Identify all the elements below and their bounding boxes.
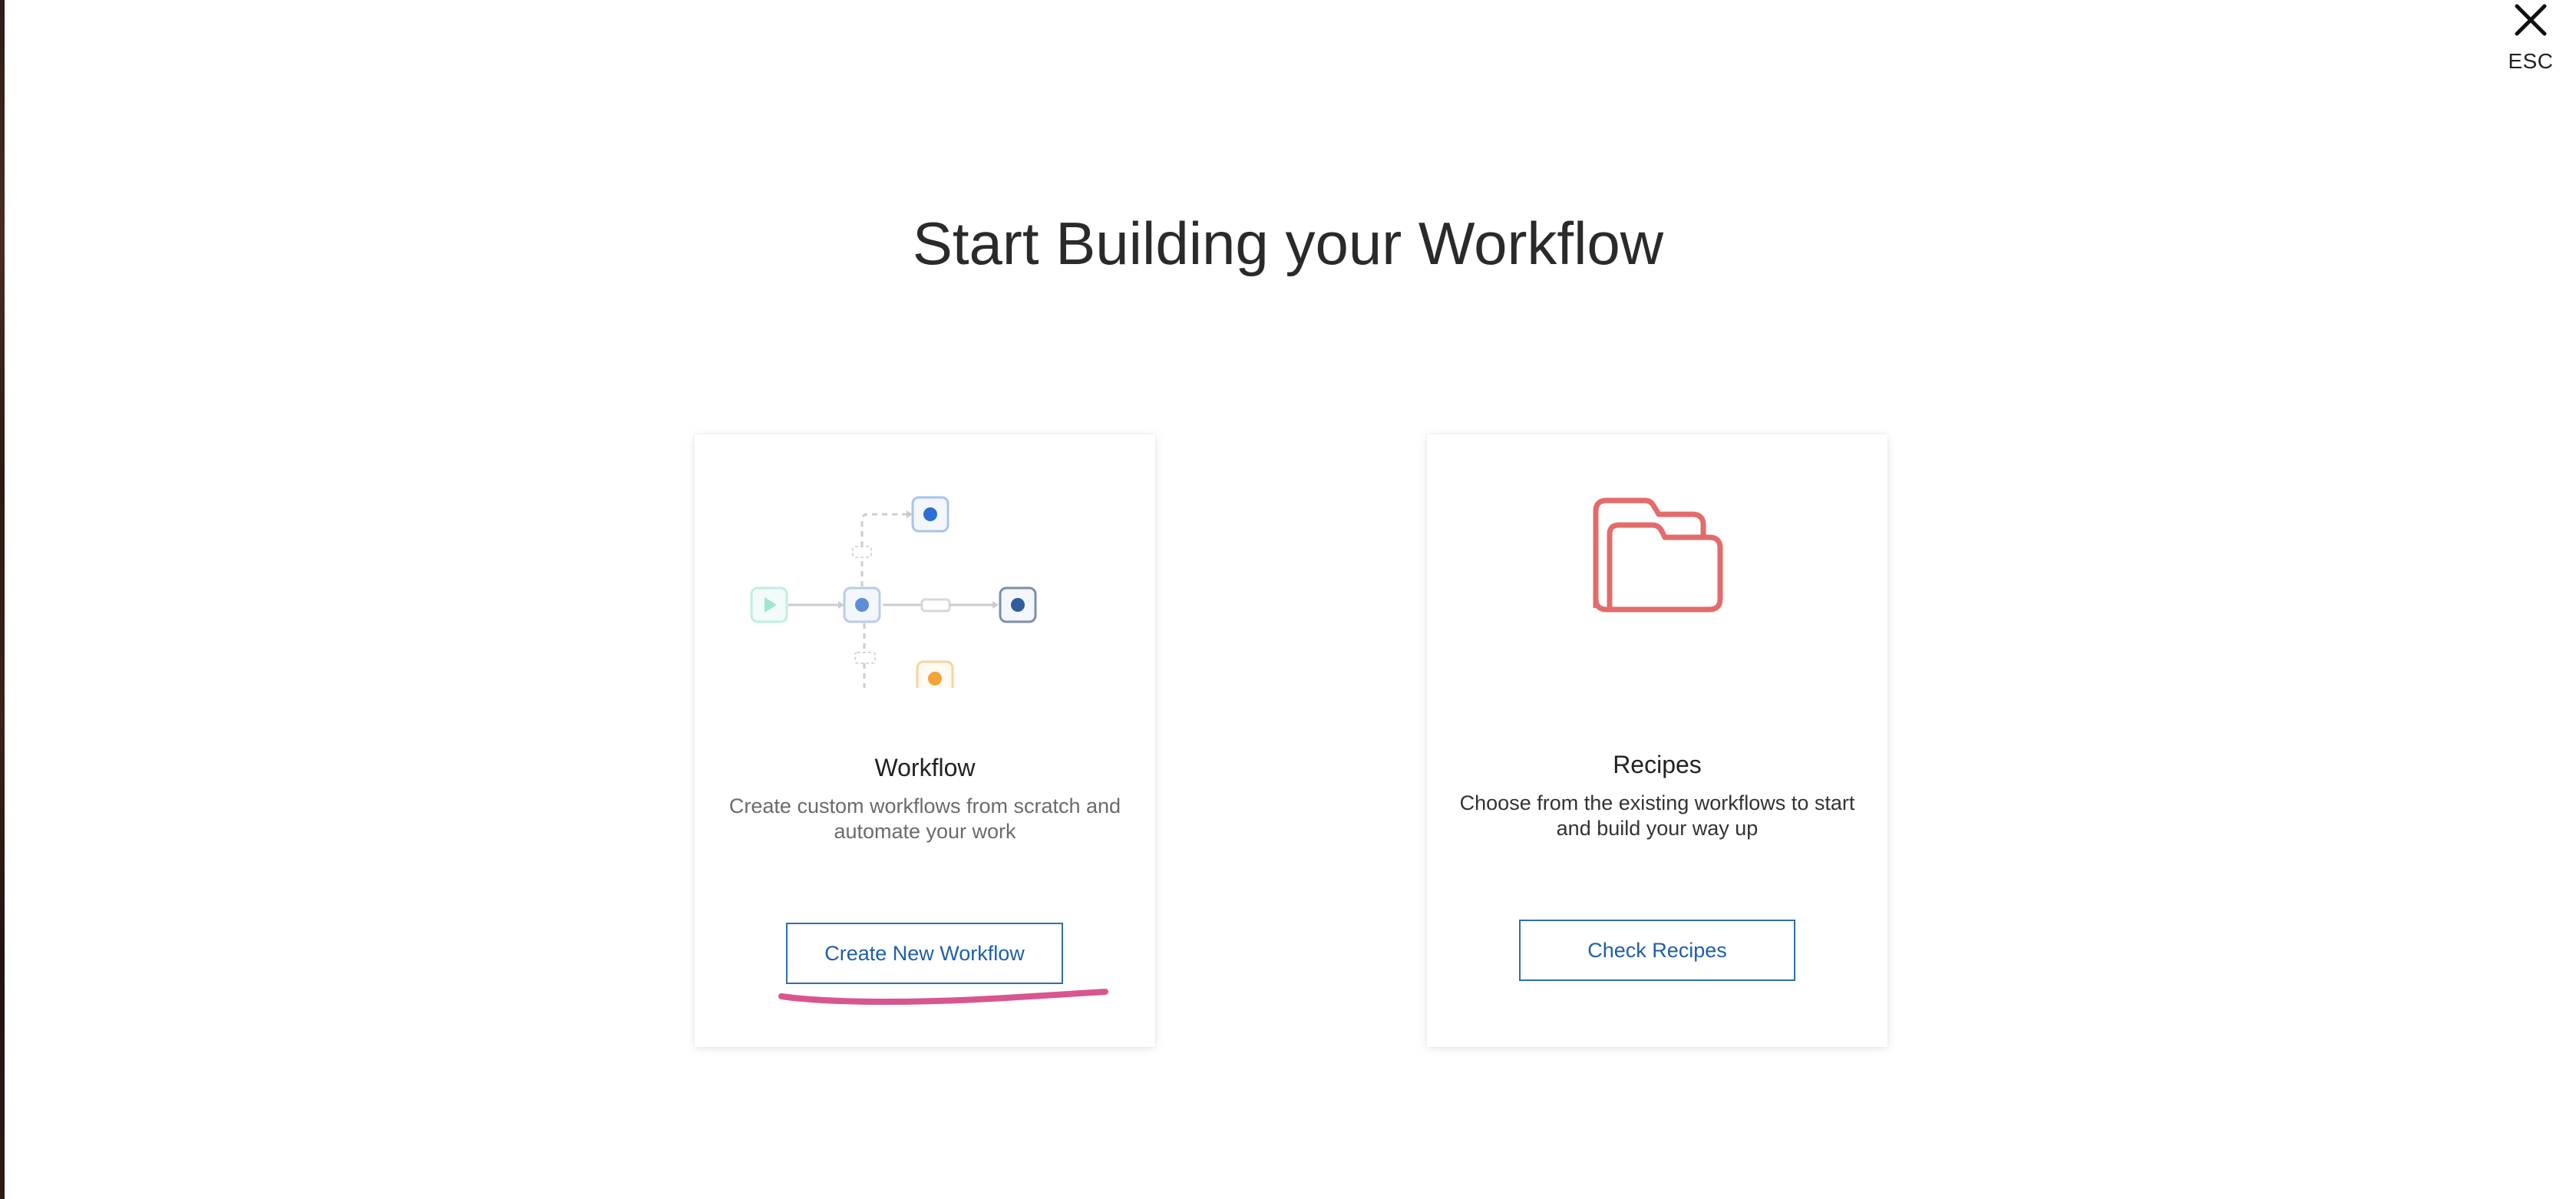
background-edge [0, 0, 5, 1199]
check-recipes-button[interactable]: Check Recipes [1519, 920, 1795, 981]
recipes-card[interactable]: Recipes Choose from the existing workflo… [1427, 434, 1887, 1047]
close-icon [2515, 4, 2547, 36]
esc-label: ESC [2508, 49, 2554, 73]
workflow-diagram-icon [750, 496, 1037, 688]
recipes-card-title: Recipes [1613, 751, 1702, 778]
recipes-card-description: Choose from the existing workflows to st… [1459, 791, 1855, 840]
close-button[interactable]: ESC [2504, 0, 2558, 77]
page-title: Start Building your Workflow [912, 210, 1664, 277]
annotation-underline [778, 989, 1108, 1005]
workflow-card-description: Create custom workflows from scratch and… [728, 794, 1121, 843]
workflow-card-title: Workflow [874, 754, 976, 781]
folder-icon [1593, 497, 1723, 613]
create-new-workflow-button[interactable]: Create New Workflow [786, 923, 1063, 984]
workflow-card[interactable]: Workflow Create custom workflows from sc… [695, 434, 1155, 1047]
